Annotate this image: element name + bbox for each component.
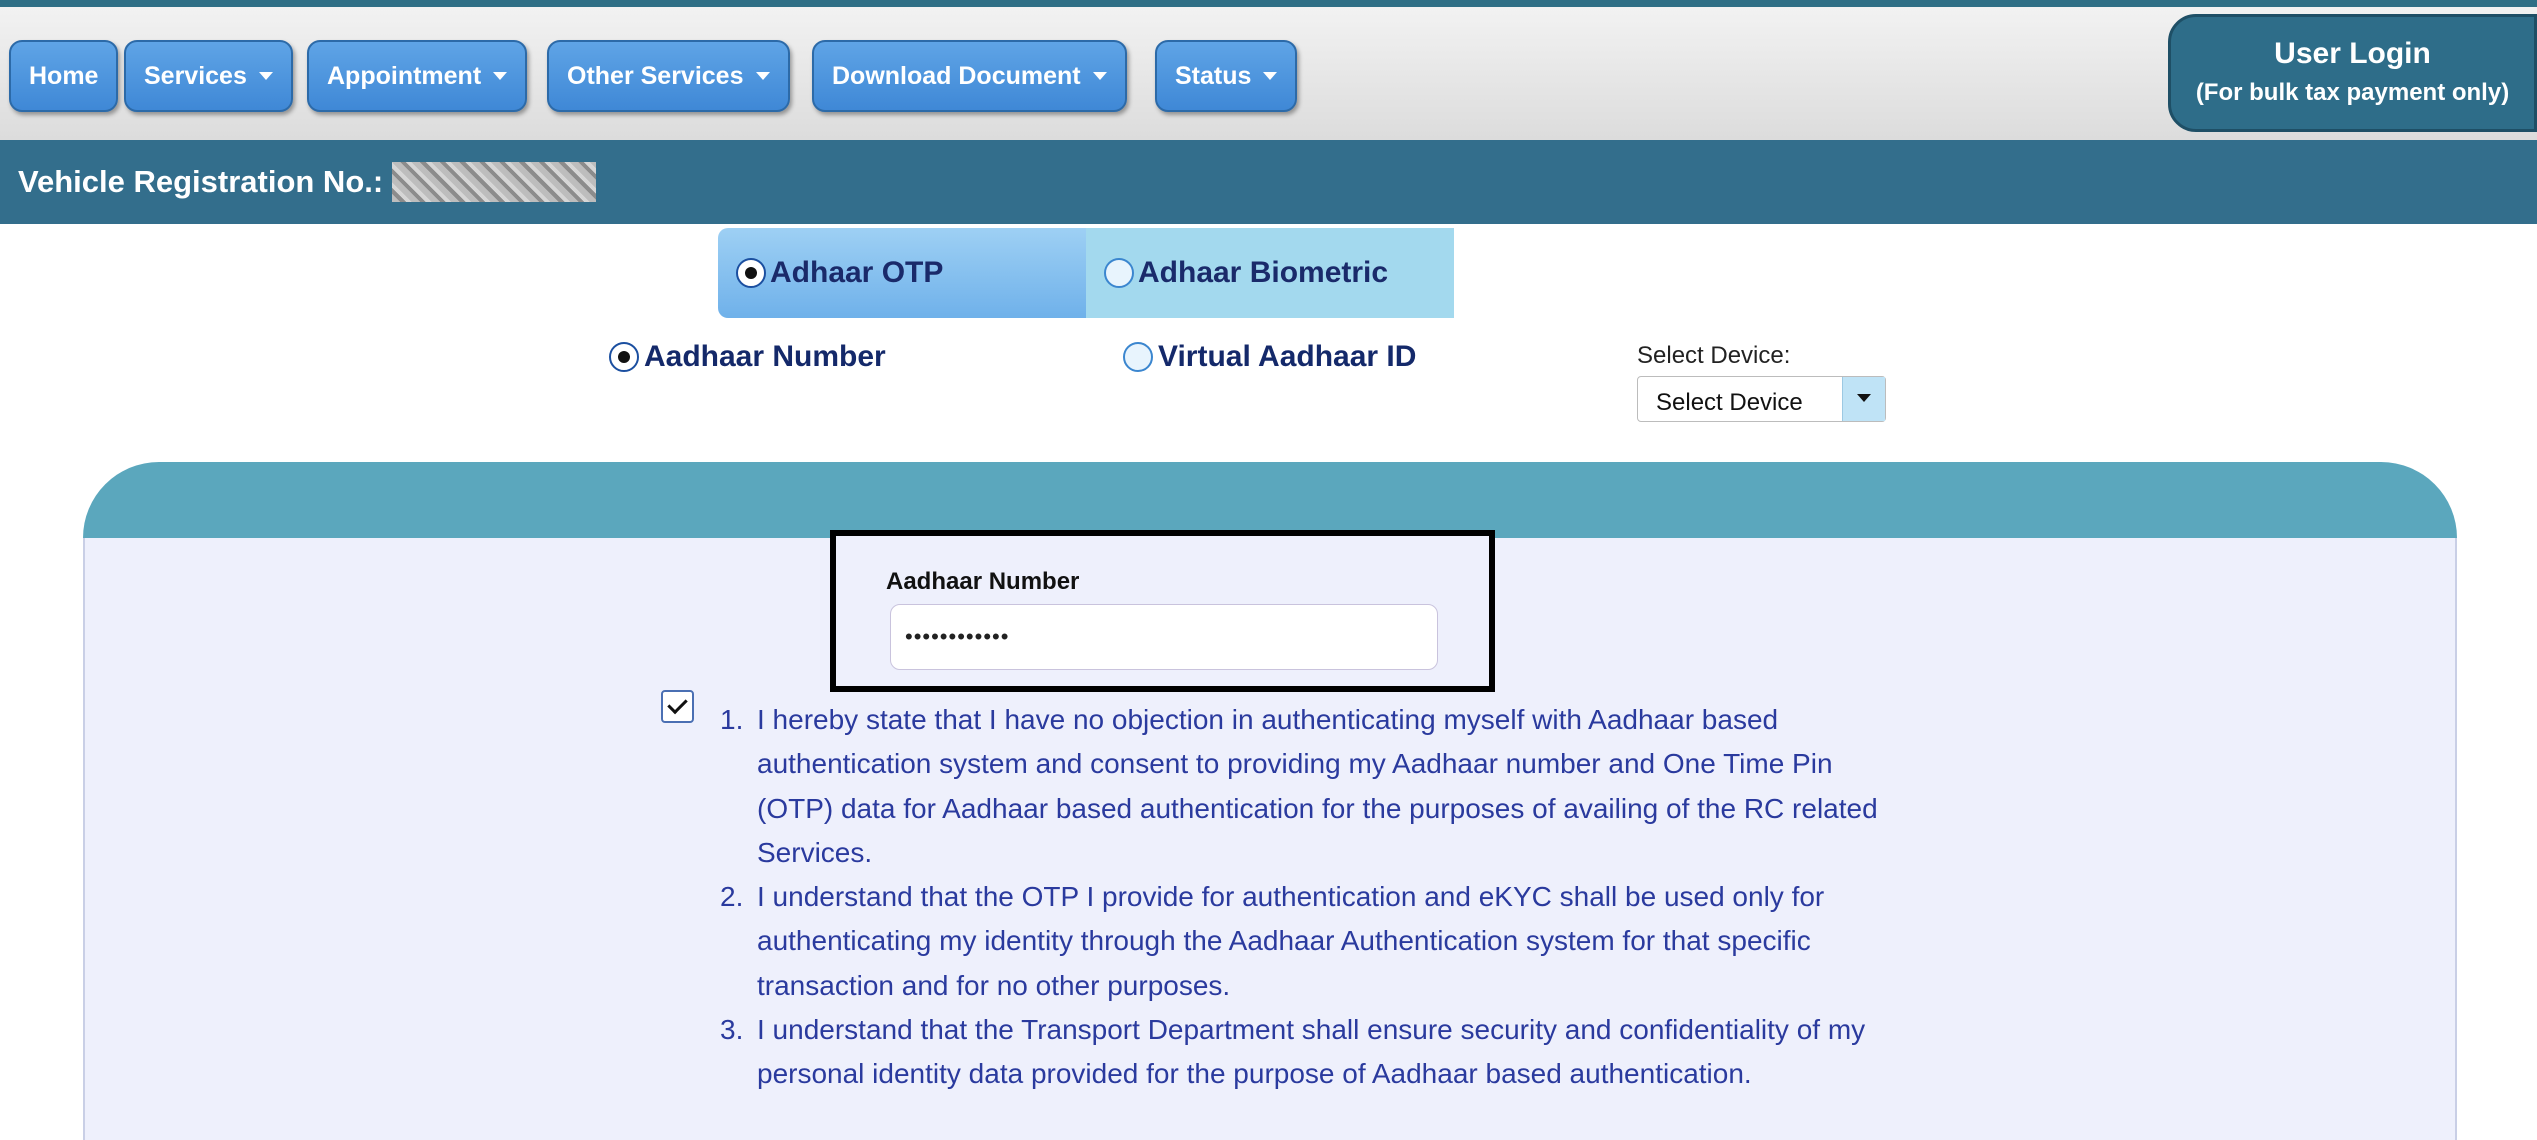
user-login-button[interactable]: User Login (For bulk tax payment only): [2168, 14, 2537, 132]
select-device-label: Select Device:: [1637, 342, 1791, 369]
nav-other-services-button[interactable]: Other Services: [547, 40, 790, 112]
consent-list: 1. I hereby state that I have no objecti…: [720, 698, 1880, 1097]
option-virtual-aadhaar-id[interactable]: Virtual Aadhaar ID: [1123, 340, 1416, 374]
consent-item-text: I hereby state that I have no objection …: [757, 704, 1878, 868]
aadhaar-number-label: Aadhaar Number: [886, 568, 1080, 595]
consent-item: 2. I understand that the OTP I provide f…: [720, 875, 1880, 1008]
consent-item-number: 1.: [720, 704, 744, 735]
tab-adhaar-biometric[interactable]: Adhaar Biometric: [1086, 228, 1454, 318]
consent-item: 1. I hereby state that I have no objecti…: [720, 698, 1880, 875]
nav-download-document-button[interactable]: Download Document: [812, 40, 1127, 112]
nav-services-button[interactable]: Services: [124, 40, 293, 112]
caret-down-icon: [1263, 72, 1278, 80]
consent-item-text: I understand that the OTP I provide for …: [757, 881, 1825, 1001]
radio-unselected-icon[interactable]: [1104, 258, 1134, 288]
caret-down-icon: [258, 72, 273, 80]
radio-selected-icon[interactable]: [609, 342, 639, 372]
option-aadhaar-number[interactable]: Aadhaar Number: [609, 340, 886, 374]
nav-appointment-button[interactable]: Appointment: [307, 40, 528, 112]
tab-adhaar-otp[interactable]: Adhaar OTP: [718, 228, 1086, 318]
nav-home-label: Home: [29, 61, 99, 90]
redacted-registration-number: [392, 162, 596, 202]
navigation-bar: Home Services Appointment Other Services…: [0, 7, 2537, 141]
option-virtual-aadhaar-id-label: Virtual Aadhaar ID: [1158, 340, 1417, 373]
select-device-value: Select Device: [1656, 389, 1803, 416]
nav-home-button[interactable]: Home: [9, 40, 119, 112]
user-login-title: User Login: [2274, 37, 2431, 70]
caret-down-icon: [493, 72, 508, 80]
form-panel-header: [83, 462, 2457, 538]
radio-unselected-icon[interactable]: [1123, 342, 1153, 372]
nav-download-document-label: Download Document: [832, 61, 1081, 90]
nav-appointment-label: Appointment: [327, 61, 482, 90]
top-accent-line: [0, 0, 2537, 7]
caret-down-icon: [1092, 72, 1107, 80]
aadhaar-number-input[interactable]: [890, 604, 1438, 670]
radio-selected-icon[interactable]: [736, 258, 766, 288]
auth-method-tabs: Adhaar OTP Adhaar Biometric: [718, 228, 1454, 318]
vehicle-registration-label: Vehicle Registration No.:: [18, 164, 384, 199]
caret-down-icon[interactable]: [1842, 377, 1885, 421]
consent-checkbox[interactable]: [661, 690, 694, 723]
consent-item-number: 2.: [720, 881, 744, 913]
nav-status-label: Status: [1175, 61, 1252, 90]
user-login-subtitle: (For bulk tax payment only): [2195, 79, 2510, 106]
consent-item-text: I understand that the Transport Departme…: [757, 1014, 1866, 1090]
nav-other-services-label: Other Services: [567, 61, 744, 90]
vehicle-registration-bar: Vehicle Registration No.:: [0, 140, 2537, 224]
nav-status-button[interactable]: Status: [1155, 40, 1298, 112]
option-aadhaar-number-label: Aadhaar Number: [644, 340, 886, 373]
aadhaar-number-highlight-box: Aadhaar Number: [830, 530, 1495, 692]
consent-item-number: 3.: [720, 1014, 744, 1046]
tab-adhaar-biometric-label: Adhaar Biometric: [1138, 256, 1389, 289]
tab-adhaar-otp-label: Adhaar OTP: [770, 256, 944, 289]
nav-services-label: Services: [144, 61, 247, 90]
consent-item: 3. I understand that the Transport Depar…: [720, 1008, 1880, 1097]
caret-down-icon: [755, 72, 770, 80]
select-device-dropdown[interactable]: Select Device: [1637, 376, 1886, 422]
